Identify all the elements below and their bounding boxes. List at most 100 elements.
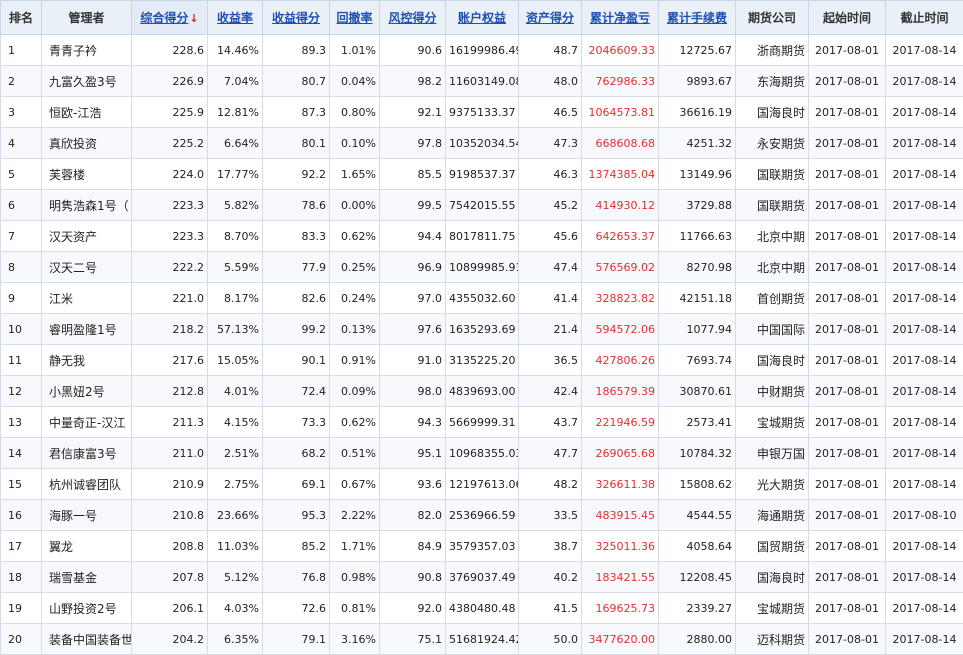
cell-end-date: 2017-08-14 — [886, 66, 963, 97]
cell-end-date: 2017-08-14 — [886, 376, 963, 407]
sort-header-drawdown[interactable]: 回撤率 — [330, 1, 380, 35]
cell-risk-score: 99.5 — [380, 190, 446, 221]
cell-risk-score: 97.8 — [380, 128, 446, 159]
cell-equity: 4380480.48 — [446, 593, 519, 624]
cell-asset-score: 47.7 — [519, 438, 582, 469]
cell-manager-link[interactable]: 青青子衿 — [42, 35, 132, 66]
sort-header-asset-score[interactable]: 资产得分 — [519, 1, 582, 35]
cell-cum-pnl: 427806.26 — [582, 345, 659, 376]
cell-drawdown: 0.04% — [330, 66, 380, 97]
cell-drawdown: 0.98% — [330, 562, 380, 593]
cell-cum-fee: 4544.55 — [659, 500, 736, 531]
cell-drawdown: 0.67% — [330, 469, 380, 500]
cell-end-date: 2017-08-14 — [886, 562, 963, 593]
cell-end-date: 2017-08-14 — [886, 407, 963, 438]
cell-equity: 10352034.54 — [446, 128, 519, 159]
cell-manager-link[interactable]: 江米 — [42, 283, 132, 314]
cell-manager-link[interactable]: 睿明盈隆1号 — [42, 314, 132, 345]
cell-asset-score: 41.4 — [519, 283, 582, 314]
cell-asset-score: 45.2 — [519, 190, 582, 221]
cell-manager-link[interactable]: 恒欧-江浩 — [42, 97, 132, 128]
cell-manager-link[interactable]: 九富久盈3号 — [42, 66, 132, 97]
cell-risk-score: 97.6 — [380, 314, 446, 345]
sort-header-return-score[interactable]: 收益得分 — [263, 1, 330, 35]
cell-cum-pnl: 269065.68 — [582, 438, 659, 469]
cell-company: 国贸期货 — [736, 531, 809, 562]
cell-composite-score: 226.9 — [132, 66, 208, 97]
header-start-date: 起始时间 — [809, 1, 886, 35]
cell-return-score: 85.2 — [263, 531, 330, 562]
cell-manager-link[interactable]: 静无我 — [42, 345, 132, 376]
cell-cum-fee: 13149.96 — [659, 159, 736, 190]
cell-risk-score: 92.0 — [380, 593, 446, 624]
cell-manager-link[interactable]: 汉天资产 — [42, 221, 132, 252]
cell-rank: 12 — [1, 376, 42, 407]
sort-desc-arrow-icon: ↓ — [189, 12, 198, 25]
cell-return-rate: 6.64% — [208, 128, 263, 159]
cell-cum-fee: 2573.41 — [659, 407, 736, 438]
cell-asset-score: 42.4 — [519, 376, 582, 407]
cell-drawdown: 0.09% — [330, 376, 380, 407]
cell-cum-fee: 8270.98 — [659, 252, 736, 283]
cell-asset-score: 47.4 — [519, 252, 582, 283]
cell-asset-score: 47.3 — [519, 128, 582, 159]
table-row: 1青青子衿228.614.46%89.31.01%90.616199986.49… — [1, 35, 963, 66]
cell-end-date: 2017-08-14 — [886, 469, 963, 500]
cell-start-date: 2017-08-01 — [809, 531, 886, 562]
cell-start-date: 2017-08-01 — [809, 345, 886, 376]
cell-cum-pnl: 169625.73 — [582, 593, 659, 624]
cell-asset-score: 40.2 — [519, 562, 582, 593]
sort-header-cum-pnl[interactable]: 累计净盈亏 — [582, 1, 659, 35]
cell-manager-link[interactable]: 汉天二号 — [42, 252, 132, 283]
cell-start-date: 2017-08-01 — [809, 469, 886, 500]
cell-cum-fee: 30870.61 — [659, 376, 736, 407]
cell-return-score: 95.3 — [263, 500, 330, 531]
cell-drawdown: 0.13% — [330, 314, 380, 345]
cell-return-score: 72.4 — [263, 376, 330, 407]
cell-company: 北京中期 — [736, 221, 809, 252]
cell-equity: 16199986.49 — [446, 35, 519, 66]
cell-composite-score: 221.0 — [132, 283, 208, 314]
cell-manager-link[interactable]: 芙蓉楼 — [42, 159, 132, 190]
cell-risk-score: 93.6 — [380, 469, 446, 500]
cell-manager-link[interactable]: 小黑妞2号 — [42, 376, 132, 407]
header-manager: 管理者 — [42, 1, 132, 35]
cell-return-score: 87.3 — [263, 97, 330, 128]
cell-cum-pnl: 576569.02 — [582, 252, 659, 283]
cell-cum-pnl: 221946.59 — [582, 407, 659, 438]
cell-risk-score: 90.8 — [380, 562, 446, 593]
cell-start-date: 2017-08-01 — [809, 159, 886, 190]
table-row: 19山野投资2号206.14.03%72.60.81%92.04380480.4… — [1, 593, 963, 624]
sort-header-risk-score[interactable]: 风控得分 — [380, 1, 446, 35]
cell-manager-link[interactable]: 明隽浩森1号（ — [42, 190, 132, 221]
sort-header-composite-score[interactable]: 综合得分↓ — [132, 1, 208, 35]
cell-return-rate: 2.75% — [208, 469, 263, 500]
cell-return-score: 92.2 — [263, 159, 330, 190]
cell-composite-score: 224.0 — [132, 159, 208, 190]
cell-manager-link[interactable]: 海豚一号 — [42, 500, 132, 531]
cell-company: 国海良时 — [736, 345, 809, 376]
cell-cum-pnl: 325011.36 — [582, 531, 659, 562]
cell-return-rate: 5.12% — [208, 562, 263, 593]
cell-equity: 5669999.31 — [446, 407, 519, 438]
cell-manager-link[interactable]: 真欣投资 — [42, 128, 132, 159]
cell-manager-link[interactable]: 翼龙 — [42, 531, 132, 562]
cell-company: 国联期货 — [736, 159, 809, 190]
cell-return-rate: 5.59% — [208, 252, 263, 283]
sort-header-cum-fee[interactable]: 累计手续费 — [659, 1, 736, 35]
cell-start-date: 2017-08-01 — [809, 438, 886, 469]
cell-company: 中财期货 — [736, 376, 809, 407]
cell-manager-link[interactable]: 君信康富3号 — [42, 438, 132, 469]
header-composite-label: 综合得分 — [140, 11, 188, 25]
sort-header-equity[interactable]: 账户权益 — [446, 1, 519, 35]
cell-start-date: 2017-08-01 — [809, 35, 886, 66]
cell-equity: 1635293.69 — [446, 314, 519, 345]
cell-equity: 3769037.49 — [446, 562, 519, 593]
sort-header-return-rate[interactable]: 收益率 — [208, 1, 263, 35]
cell-manager-link[interactable]: 中量奇正-汉江 — [42, 407, 132, 438]
cell-return-score: 99.2 — [263, 314, 330, 345]
cell-manager-link[interactable]: 杭州诚睿团队 — [42, 469, 132, 500]
cell-drawdown: 0.62% — [330, 407, 380, 438]
cell-manager-link[interactable]: 瑞雪基金 — [42, 562, 132, 593]
cell-manager-link[interactable]: 山野投资2号 — [42, 593, 132, 624]
